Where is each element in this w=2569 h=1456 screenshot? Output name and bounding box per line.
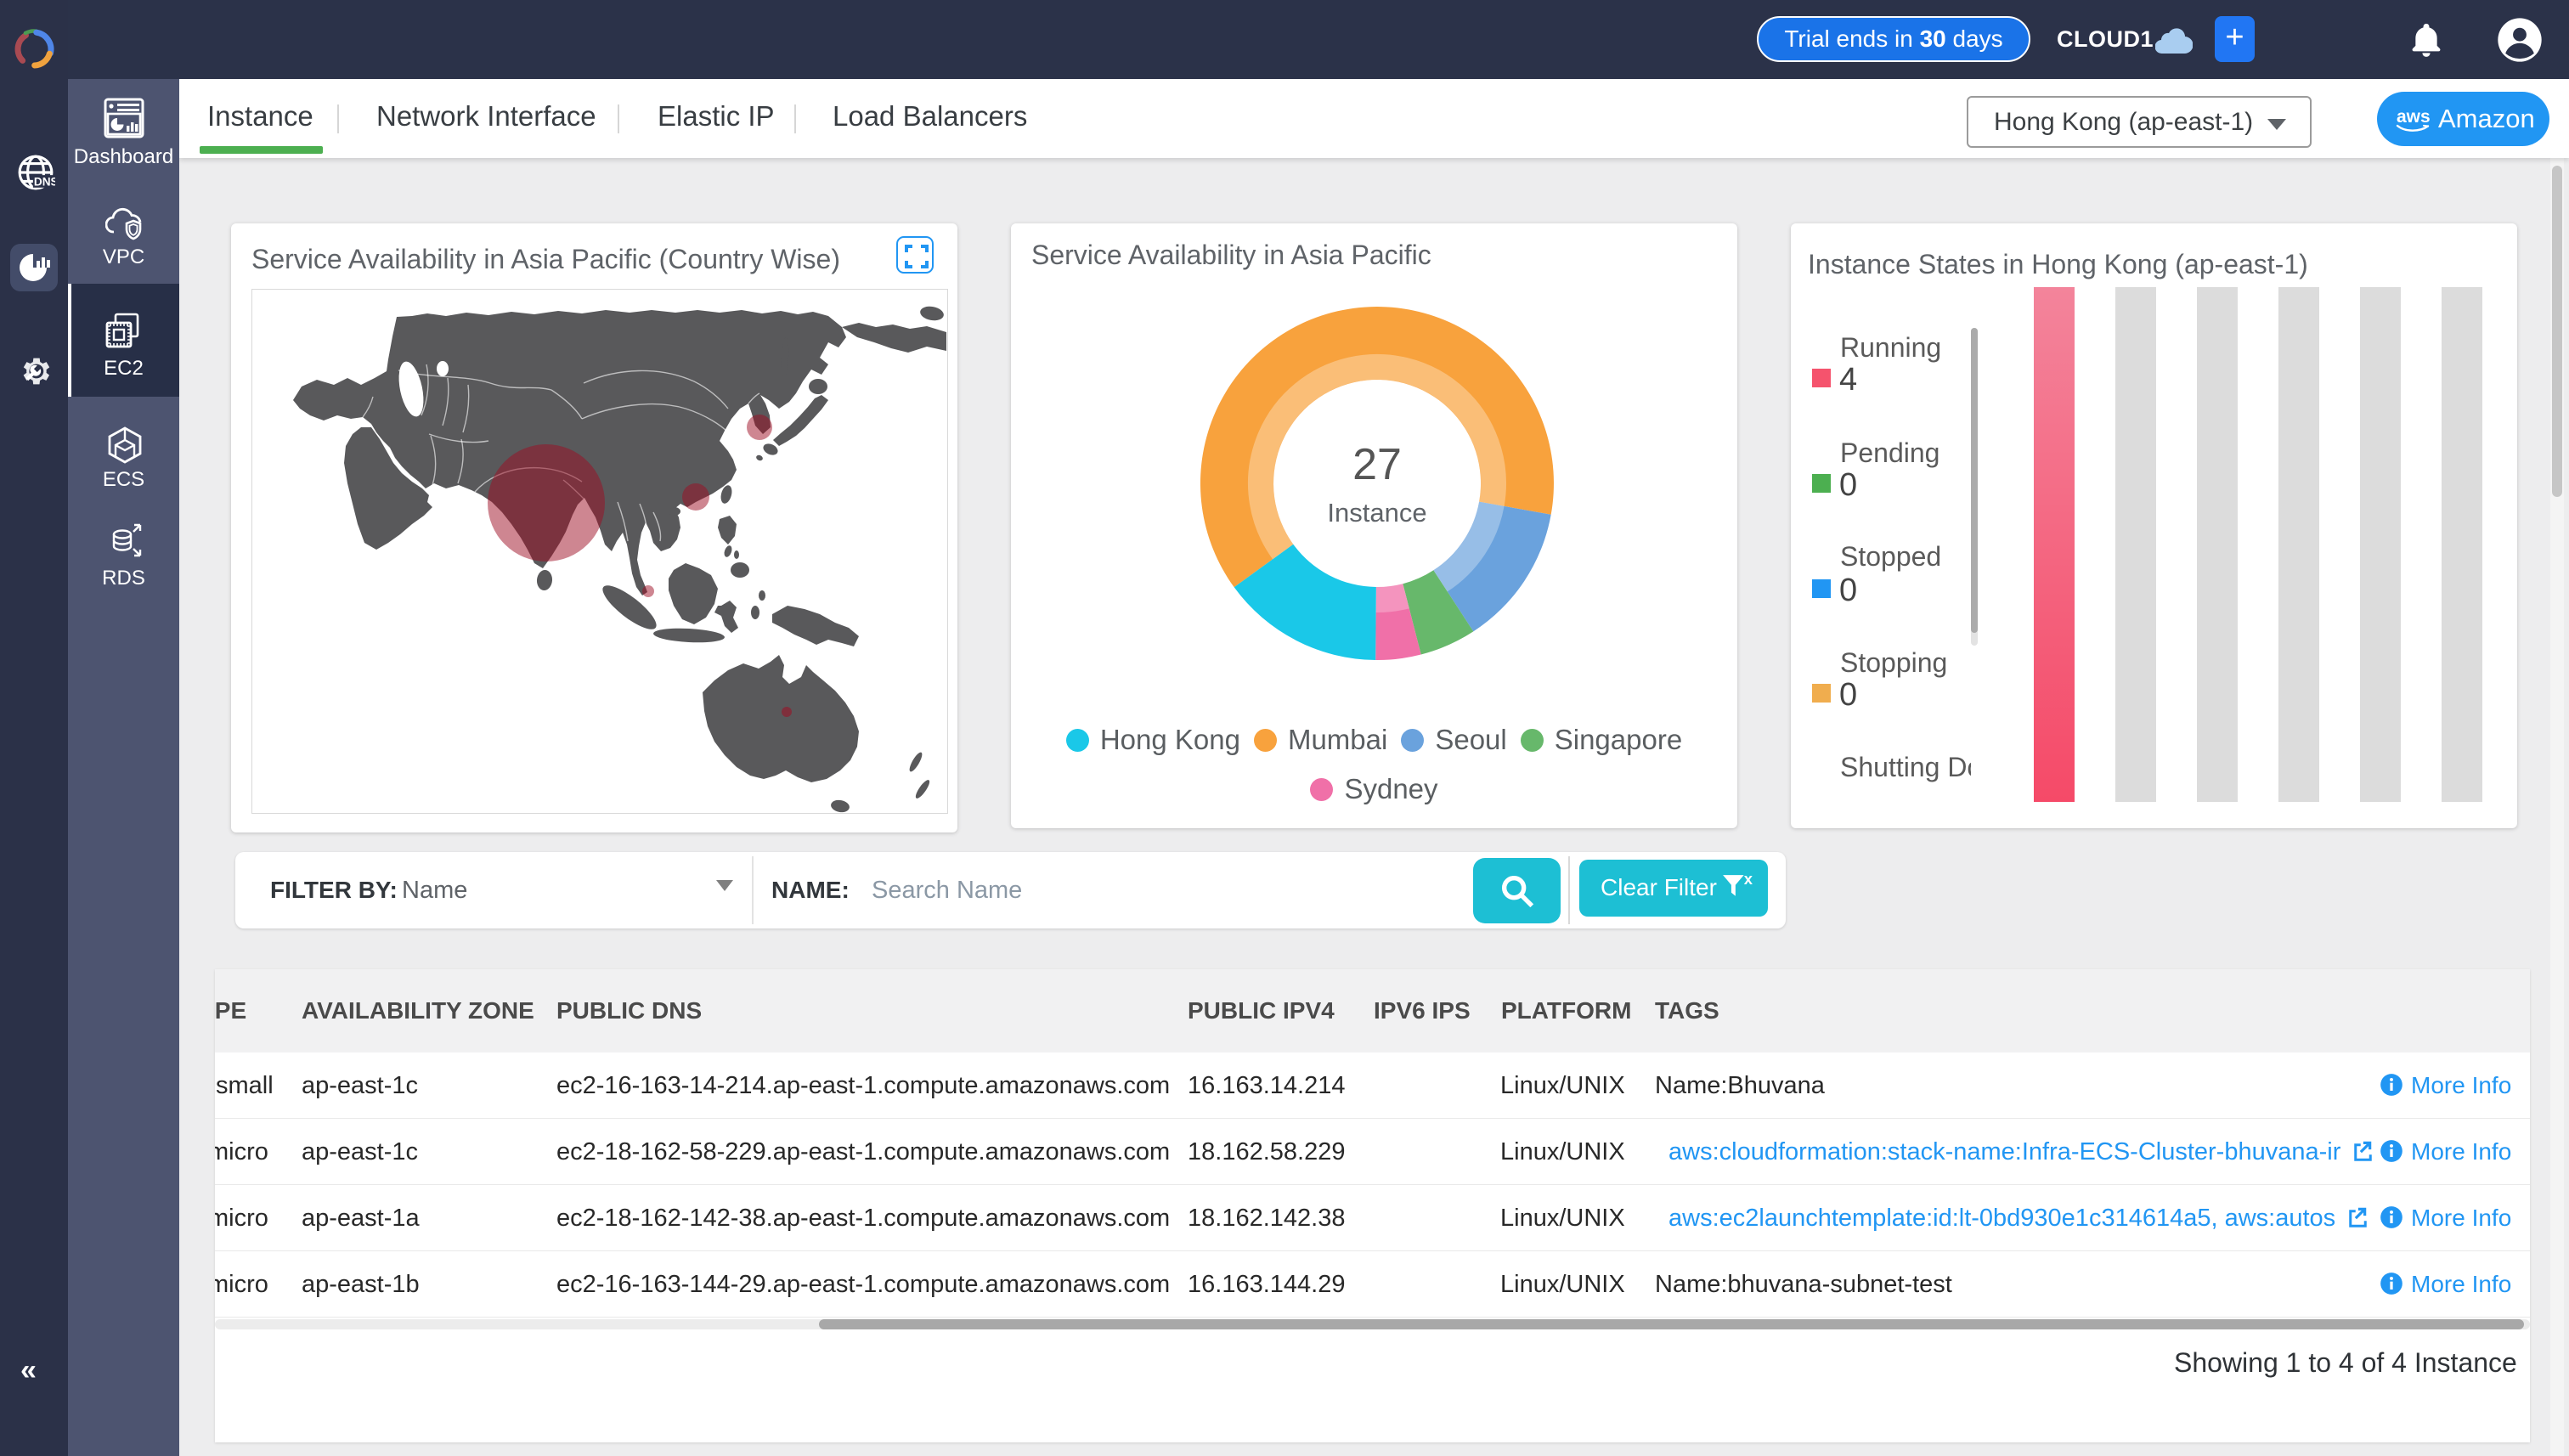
svg-text:x: x — [1744, 871, 1753, 888]
svg-text:DNS: DNS — [34, 176, 55, 189]
svg-text:27: 27 — [1352, 440, 1402, 489]
svg-text:aws: aws — [2397, 107, 2431, 127]
svg-text:Instance: Instance — [1327, 498, 1426, 528]
